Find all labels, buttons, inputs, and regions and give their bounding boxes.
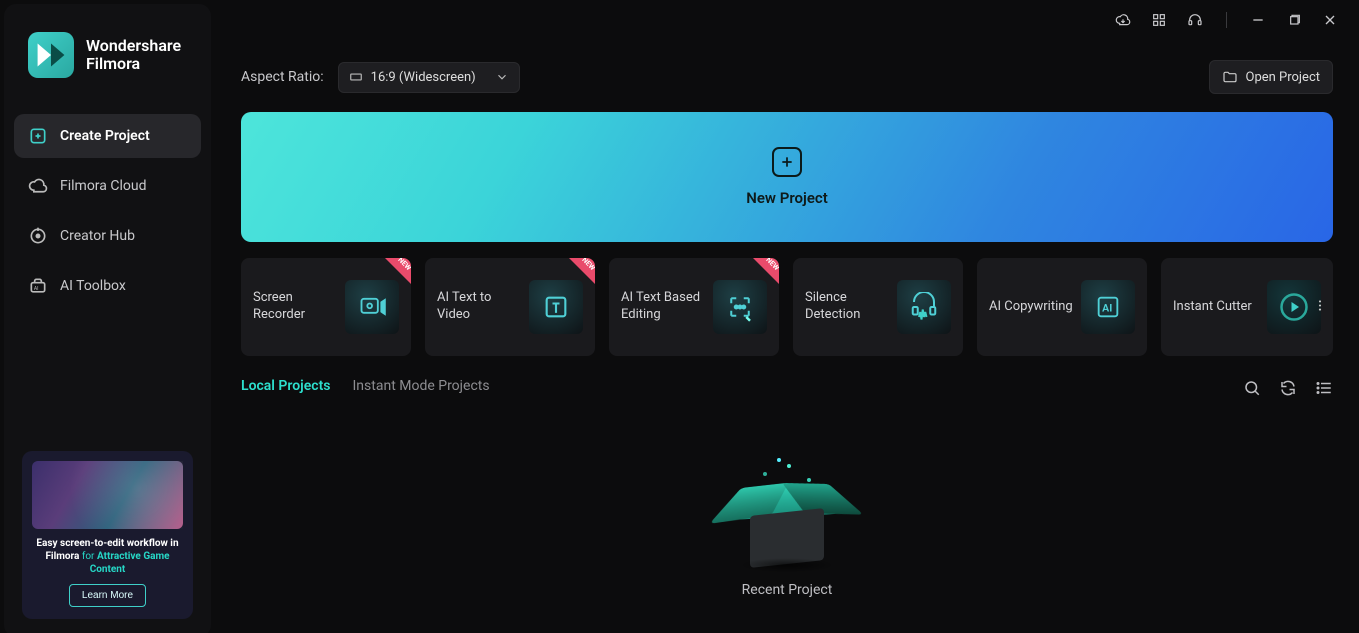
search-icon[interactable]	[1243, 379, 1261, 397]
refresh-icon[interactable]	[1279, 379, 1297, 397]
tabs-actions	[1243, 379, 1333, 397]
empty-state-label: Recent Project	[742, 582, 833, 598]
tab-instant-mode-projects[interactable]: Instant Mode Projects	[353, 378, 490, 398]
promo-visual	[32, 461, 183, 529]
content: New Project Screen Recorder AI Text to V…	[215, 112, 1359, 618]
sidebar-promo-card[interactable]: Wondershare Filmora Easy screen-to-edit …	[22, 451, 193, 619]
tab-local-projects[interactable]: Local Projects	[241, 378, 331, 398]
promo-text: Easy screen-to-edit workflow in Filmora …	[32, 537, 183, 576]
empty-state: Recent Project	[241, 414, 1333, 598]
empty-box-illustration	[732, 474, 842, 564]
projects-tabs: Local Projects Instant Mode Projects	[241, 372, 1333, 398]
list-view-icon[interactable]	[1315, 379, 1333, 397]
promo-learn-more-button[interactable]: Learn More	[69, 584, 146, 607]
main-area: Aspect Ratio: 16:9 (Widescreen) Open Pro…	[215, 0, 1359, 633]
